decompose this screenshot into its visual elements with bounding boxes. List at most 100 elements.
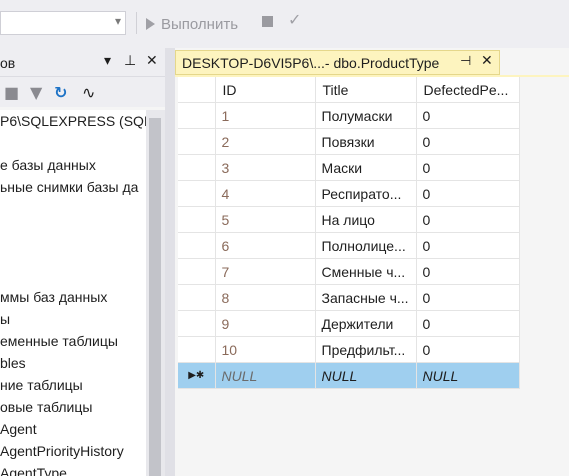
tree-node[interactable]: овые таблицы (0, 399, 92, 415)
tab-title: DESKTOP-D6VI5P6\...- dbo.ProductType (182, 55, 440, 71)
cell-title[interactable]: На лицо (315, 206, 417, 233)
cell-title[interactable]: Полнолице... (315, 232, 417, 259)
table-row[interactable]: 1 Полумаски 0 (178, 102, 520, 129)
stop-icon[interactable] (262, 16, 273, 27)
row-selector[interactable] (178, 102, 216, 129)
play-icon (146, 18, 155, 30)
row-selector[interactable] (178, 258, 216, 285)
column-header-title[interactable]: Title (315, 77, 417, 103)
cell-id[interactable]: 3 (215, 154, 316, 181)
cell-defected[interactable]: 0 (416, 102, 520, 129)
cell-title[interactable]: Маски (315, 154, 417, 181)
cell-defected[interactable]: 0 (416, 154, 520, 181)
table-row[interactable]: 10 Предфильт... 0 (178, 336, 520, 363)
table-row[interactable]: 7 Сменные ч... 0 (178, 258, 520, 285)
cell-defected[interactable]: 0 (416, 128, 520, 155)
table-row[interactable]: 8 Запасные ч... 0 (178, 284, 520, 311)
cell-title[interactable]: Повязки (315, 128, 417, 155)
cell-id[interactable]: 8 (215, 284, 316, 311)
cell-id-null[interactable]: NULL (215, 362, 316, 389)
cell-title[interactable]: Предфильт... (315, 336, 417, 363)
row-selector[interactable] (178, 284, 216, 311)
row-selector[interactable] (178, 206, 216, 233)
tree-node[interactable]: ы (0, 311, 10, 327)
cell-id[interactable]: 2 (215, 128, 316, 155)
table-row[interactable]: 5 На лицо 0 (178, 206, 520, 233)
tree-node[interactable]: ние таблицы (0, 377, 83, 393)
row-selector[interactable] (178, 336, 216, 363)
new-row-marker-icon[interactable]: ▶✱ (178, 362, 216, 389)
cell-defected[interactable]: 0 (416, 180, 520, 207)
row-selector[interactable] (178, 180, 216, 207)
cell-id[interactable]: 9 (215, 310, 316, 337)
panel-menu-icon[interactable]: ▾ (104, 53, 111, 69)
column-header-defected[interactable]: DefectedPe... (416, 77, 520, 103)
tab-product-type[interactable]: DESKTOP-D6VI5P6\...- dbo.ProductType ⊣ ✕ (175, 50, 500, 75)
table-row[interactable]: 3 Маски 0 (178, 154, 520, 181)
tree-node-table[interactable]: AgentType (0, 465, 67, 476)
toolbar-separator (136, 12, 137, 34)
chevron-down-icon[interactable]: ▾ (115, 14, 121, 28)
cell-defected[interactable]: 0 (416, 336, 520, 363)
cell-title[interactable]: Запасные ч... (315, 284, 417, 311)
execute-button[interactable]: Выполнить (146, 11, 238, 37)
refresh-icon[interactable]: ↻ (54, 83, 67, 102)
cell-title-null[interactable]: NULL (315, 362, 417, 389)
cell-title[interactable]: Держители (315, 310, 417, 337)
close-icon[interactable]: ✕ (146, 53, 158, 69)
object-explorer-panel: ов ▾ ⊥ ✕ ■ ▼ ↻ ∿ P6\SQLEXPRESS (SQL S е … (0, 48, 165, 476)
cell-id[interactable]: 1 (215, 102, 316, 129)
cell-defected[interactable]: 0 (416, 310, 520, 337)
tree-node[interactable]: ммы баз данных (0, 289, 107, 305)
panel-splitter[interactable] (165, 48, 175, 476)
tree-node-table[interactable]: AgentPriorityHistory (0, 443, 124, 459)
row-selector[interactable] (178, 154, 216, 181)
cell-id[interactable]: 6 (215, 232, 316, 259)
tree-node-table[interactable]: Agent (0, 421, 37, 437)
new-row[interactable]: ▶✱ NULL NULL NULL (178, 362, 520, 389)
tree-node[interactable]: е базы данных (0, 157, 96, 173)
object-explorer-toolbar: ■ ▼ ↻ ∿ (0, 77, 165, 107)
scrollbar-thumb[interactable] (149, 118, 161, 476)
execute-label: Выполнить (161, 15, 239, 33)
cell-id[interactable]: 7 (215, 258, 316, 285)
cell-title[interactable]: Сменные ч... (315, 258, 417, 285)
check-icon[interactable]: ✓ (288, 10, 302, 29)
object-explorer-header: ов ▾ ⊥ ✕ (0, 48, 165, 77)
table-row[interactable]: 2 Повязки 0 (178, 128, 520, 155)
tree-node[interactable]: bles (0, 355, 26, 371)
pin-icon[interactable]: ⊣ (460, 54, 471, 69)
tree-node[interactable]: еменные таблицы (0, 333, 118, 349)
table-row[interactable]: 4 Респирато... 0 (178, 180, 520, 207)
cell-id[interactable]: 5 (215, 206, 316, 233)
table-row[interactable]: 6 Полнолице... 0 (178, 232, 520, 259)
row-selector[interactable] (178, 310, 216, 337)
tree-scrollbar[interactable] (146, 110, 165, 476)
tree-node-server[interactable]: P6\SQLEXPRESS (SQL S (0, 113, 146, 129)
cell-title[interactable]: Полумаски (315, 102, 417, 129)
stop-icon[interactable]: ■ (4, 83, 19, 102)
cell-defected[interactable]: 0 (416, 258, 520, 285)
cell-defected[interactable]: 0 (416, 206, 520, 233)
panel-title: ов (0, 55, 16, 71)
cell-id[interactable]: 4 (215, 180, 316, 207)
cell-defected[interactable]: 0 (416, 284, 520, 311)
pin-icon[interactable]: ⊥ (124, 53, 136, 69)
database-combo[interactable]: ▾ (0, 11, 126, 35)
toolbar-top-strip (0, 0, 569, 6)
header-row: ID Title DefectedPe... (178, 77, 520, 103)
close-icon[interactable]: ✕ (481, 53, 493, 69)
cell-defected[interactable]: 0 (416, 232, 520, 259)
tree-node[interactable]: ьные снимки базы да (0, 179, 138, 195)
row-selector-header[interactable] (178, 77, 216, 103)
column-header-id[interactable]: ID (215, 77, 316, 103)
table-row[interactable]: 9 Держители 0 (178, 310, 520, 337)
row-selector[interactable] (178, 232, 216, 259)
filter-icon[interactable]: ▼ (30, 83, 42, 102)
cell-defected-null[interactable]: NULL (416, 362, 520, 389)
results-grid: ID Title DefectedPe... 1 Полумаски 0 2 П… (178, 77, 520, 389)
cell-title[interactable]: Респирато... (315, 180, 417, 207)
cell-id[interactable]: 10 (215, 336, 316, 363)
activity-icon[interactable]: ∿ (82, 83, 95, 102)
row-selector[interactable] (178, 128, 216, 155)
